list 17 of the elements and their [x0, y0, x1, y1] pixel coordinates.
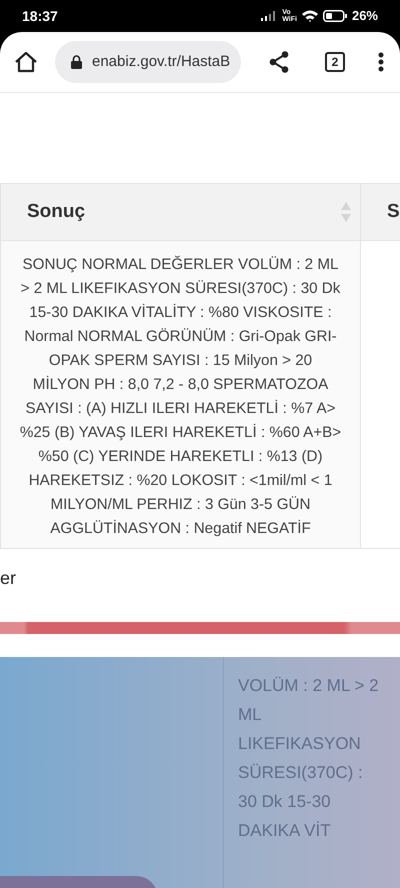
signal-icon	[261, 11, 278, 21]
share-icon[interactable]	[269, 51, 289, 73]
lock-icon	[71, 55, 82, 69]
column-header[interactable]: S	[361, 184, 400, 240]
battery-icon	[322, 10, 347, 22]
column-header[interactable]: Sonuç	[1, 184, 361, 240]
url-text: enabiz.gov.tr/HastaB	[92, 52, 230, 72]
text-fragment: er	[0, 567, 16, 589]
address-bar[interactable]: enabiz.gov.tr/HastaB	[55, 41, 241, 83]
wifi-icon	[302, 10, 318, 22]
table-cell-text: SONUÇ NORMAL DEĞERLER VOLÜM : 2 ML > 2 ML LIKEFIKASYON SÜRESI(370C) : 30 Dk 15-30 DAKIKA VİTALİTY : %80 VISKOSITE : Normal NORMAL GÖRÜNÜM : Gri-Opak GRI-OPAK SPERM SAYISI : 15 Milyon > 20 MİLYON PH : 8,0 7,2 - 8,0 SPERMATOZOA SAYISI : (A) HIZLI ILERI HAREKETLİ : %7 A> %25 (B) YAVAŞ ILERI HAREKETLİ : %60 A+B> %50 (C) YERINDE HAREKETLI : %13 (D) HAREKETSIZ : %20 LOKOSIT : <1mil/ml < 1 MILYON/ML PERHIZ : 3 Gün 3-5 GÜN AGGLÜTİNASYON : Negatif NEGATİF	[19, 254, 342, 539]
more-icon[interactable]	[378, 52, 384, 72]
home-icon[interactable]	[14, 51, 38, 73]
faded-text: VOLÜM : 2 ML > 2 ML LIKEFIKASYON SÜRESI(370C) : 30 Dk 15-30 DAKIKA VİT	[238, 675, 380, 842]
battery-percent: 26%	[352, 7, 378, 26]
status-time: 18:37	[22, 6, 58, 26]
tab-count-button[interactable]: 2	[325, 52, 345, 72]
